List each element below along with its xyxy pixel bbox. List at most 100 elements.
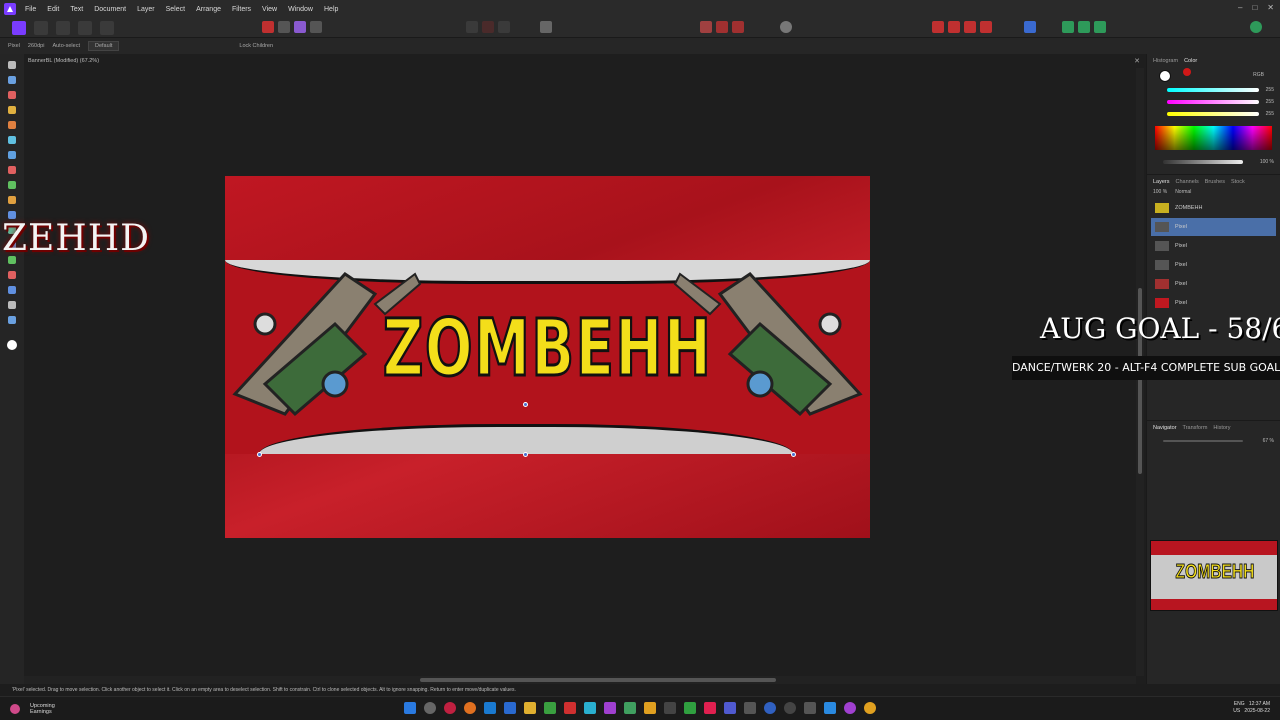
opacity-slider[interactable]: 100 %	[1153, 156, 1274, 168]
green-slider-track[interactable]	[1167, 100, 1259, 104]
snap-options-icon[interactable]	[716, 21, 728, 33]
tab-stock[interactable]: Stock	[1231, 179, 1245, 185]
red-slider[interactable]: 255	[1153, 84, 1274, 96]
menu-view[interactable]: View	[259, 6, 285, 13]
menu-filters[interactable]: Filters	[229, 6, 259, 13]
blue-slider-track[interactable]	[1167, 112, 1259, 116]
discord-icon[interactable]	[724, 702, 736, 714]
primary-color-icon[interactable]	[1159, 70, 1171, 82]
layer-row[interactable]: Pixel	[1151, 275, 1276, 293]
liquify-persona-button[interactable]	[34, 20, 48, 35]
horizontal-scroll-thumb[interactable]	[420, 678, 776, 682]
minimize-icon[interactable]: –	[1238, 3, 1242, 12]
assistant-icon[interactable]	[780, 21, 792, 33]
color-spectrum[interactable]	[1155, 126, 1272, 150]
magnet-icon[interactable]	[732, 21, 744, 33]
affinity-designer-icon[interactable]	[584, 702, 596, 714]
quick-mask-icon[interactable]	[482, 21, 494, 33]
opacity-slider-track[interactable]	[1163, 160, 1243, 164]
pen-tool-icon[interactable]	[8, 271, 16, 279]
minecraft-icon[interactable]	[544, 702, 556, 714]
selection-handle-bl[interactable]	[257, 452, 262, 457]
photo-persona-button[interactable]	[12, 20, 26, 35]
menu-document[interactable]: Document	[91, 6, 134, 13]
app-icon[interactable]	[644, 702, 656, 714]
layer-row-selected[interactable]: Pixel	[1151, 218, 1276, 236]
shape-tool-icon[interactable]	[8, 286, 16, 294]
close-document-icon[interactable]: ✕	[1134, 57, 1140, 65]
tab-histogram[interactable]: Histogram	[1153, 58, 1178, 64]
zoom-value[interactable]: 67 %	[1263, 438, 1274, 444]
firefox-icon[interactable]	[464, 702, 476, 714]
tab-color[interactable]: Color	[1184, 58, 1197, 64]
refine-icon[interactable]	[498, 21, 510, 33]
tab-transform[interactable]: Transform	[1183, 425, 1208, 431]
selection-brush-icon[interactable]	[8, 106, 16, 114]
outlook-icon[interactable]	[484, 702, 496, 714]
terminal-icon[interactable]	[804, 702, 816, 714]
layer-opacity-field[interactable]: 100 %	[1153, 189, 1167, 195]
capcut-icon[interactable]	[664, 702, 676, 714]
rotate-icon[interactable]	[278, 21, 290, 33]
tab-channels[interactable]: Channels	[1176, 179, 1199, 185]
flip-icon[interactable]	[262, 21, 274, 33]
red-slider-track[interactable]	[1167, 88, 1259, 92]
blend-mode-dropdown[interactable]: Normal	[1175, 189, 1191, 195]
develop-persona-button[interactable]	[56, 20, 70, 35]
zoom-slider-track[interactable]	[1163, 440, 1243, 442]
color-pick-icon[interactable]	[932, 21, 944, 33]
widgets-button[interactable]: Upcoming Earnings	[30, 703, 55, 715]
studio-link-icon[interactable]	[1062, 21, 1074, 33]
chrome-icon[interactable]	[864, 702, 876, 714]
clock-time[interactable]: 12:37 AM	[1249, 701, 1270, 707]
canvas-area[interactable]: ZOMBEHH	[24, 68, 1136, 676]
layer-row[interactable]: Pixel	[1151, 237, 1276, 255]
mask-icon[interactable]	[466, 21, 478, 33]
selection-handle-bottom[interactable]	[523, 452, 528, 457]
wallpaper-icon[interactable]	[744, 702, 756, 714]
language-indicator[interactable]: ENG	[1234, 701, 1245, 707]
selection-tools-icon[interactable]	[310, 21, 322, 33]
opera-icon[interactable]	[444, 702, 456, 714]
tone-map-persona-button[interactable]	[78, 20, 92, 35]
start-icon[interactable]	[404, 702, 416, 714]
layer-row[interactable]: Pixel	[1151, 294, 1276, 312]
close-icon[interactable]: ✕	[1267, 3, 1274, 12]
align-icon[interactable]	[1024, 21, 1036, 33]
region-indicator[interactable]: US	[1233, 708, 1240, 714]
blue-slider[interactable]: 255	[1153, 108, 1274, 120]
color-swap-icon[interactable]	[948, 21, 960, 33]
affinity-photo-icon[interactable]	[604, 702, 616, 714]
telegram-icon[interactable]	[824, 702, 836, 714]
banner-title-text[interactable]: ZOMBEHH	[315, 303, 779, 396]
menu-file[interactable]: File	[22, 6, 44, 13]
green-value[interactable]: 255	[1266, 99, 1274, 105]
stocks-icon[interactable]	[10, 703, 20, 714]
green-slider[interactable]: 255	[1153, 96, 1274, 108]
document-tab[interactable]: BannerBL (Modified) (67.2%) ✕	[24, 54, 1144, 68]
secondary-color-icon[interactable]	[1183, 68, 1191, 76]
export-persona-button[interactable]	[100, 20, 114, 35]
snapping-icon[interactable]	[700, 21, 712, 33]
color-picker-icon[interactable]	[8, 166, 16, 174]
flood-select-icon[interactable]	[8, 121, 16, 129]
selection-handle-br[interactable]	[791, 452, 796, 457]
menu-select[interactable]: Select	[163, 6, 193, 13]
opacity-value[interactable]: 100 %	[1260, 159, 1274, 165]
auto-select-mode-dropdown[interactable]: Default	[87, 41, 120, 51]
tab-navigator[interactable]: Navigator	[1153, 425, 1177, 431]
davinci-icon[interactable]	[704, 702, 716, 714]
arrange-icon[interactable]	[540, 21, 552, 33]
system-tray[interactable]: ENG 12:37 AM US 2025-08-22	[1233, 701, 1270, 715]
color-mode-icon[interactable]	[980, 21, 992, 33]
account-icon[interactable]	[1250, 21, 1262, 33]
pixel-tool-icon[interactable]	[8, 196, 16, 204]
studio-assets-icon[interactable]	[1094, 21, 1106, 33]
zoom-tool-icon[interactable]	[8, 316, 16, 324]
razer-icon[interactable]	[684, 702, 696, 714]
lock-children-toggle[interactable]: Lock Children	[239, 43, 273, 49]
layer-row[interactable]: Pixel	[1151, 256, 1276, 274]
layer-row[interactable]: ZOMBEHH	[1151, 199, 1276, 217]
crop-tool-icon[interactable]	[8, 91, 16, 99]
menu-text[interactable]: Text	[67, 6, 91, 13]
